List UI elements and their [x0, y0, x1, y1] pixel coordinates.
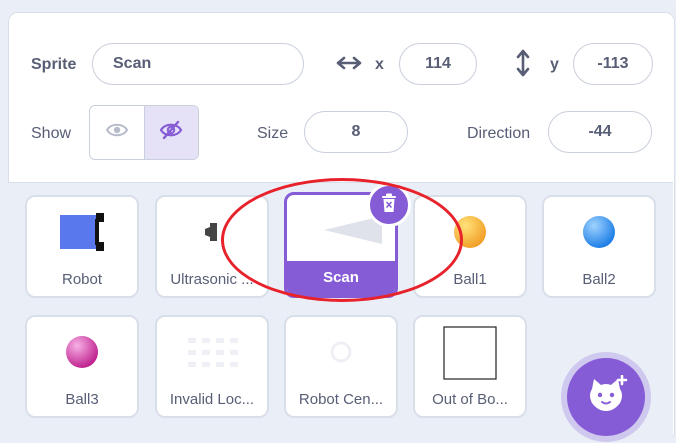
sprite-name: Ultrasonic ... — [170, 271, 254, 288]
sprite-tile-robot[interactable]: Robot — [25, 195, 139, 298]
hide-sprite-button[interactable] — [143, 106, 198, 159]
sprite-name: Ball3 — [65, 391, 99, 408]
x-label: x — [375, 56, 384, 73]
cat-plus-icon — [584, 374, 628, 420]
size-label: Size — [257, 125, 289, 142]
direction-input[interactable]: -44 — [548, 111, 652, 153]
x-position-input[interactable]: 114 — [399, 43, 477, 85]
sprite-name: Robot — [61, 271, 103, 288]
y-arrows-icon — [514, 48, 532, 83]
sprite-name: Out of Bo... — [432, 391, 508, 408]
add-sprite-button[interactable] — [567, 358, 645, 436]
orange-ball-icon — [415, 197, 525, 267]
size-input[interactable]: 8 — [304, 111, 408, 153]
eye-slash-icon — [159, 120, 183, 145]
direction-label: Direction — [467, 125, 531, 142]
trash-icon — [380, 193, 398, 218]
sprite-tile-ball3[interactable]: Ball3 — [25, 315, 139, 418]
sprite-info-panel: Sprite Scan x 114 y -113 Show Size 8 Dir… — [9, 13, 674, 183]
sprite-name: Ball2 — [582, 271, 616, 288]
robot-center-icon — [286, 317, 396, 387]
sensor-icon — [157, 197, 267, 267]
sprite-name-input[interactable]: Scan — [92, 43, 304, 85]
y-position-input[interactable]: -113 — [573, 43, 653, 85]
square-outline-icon — [415, 317, 525, 387]
sprite-tile-invalid-location[interactable]: Invalid Loc... — [155, 315, 269, 418]
show-label: Show — [31, 125, 72, 142]
robot-icon — [27, 197, 137, 267]
delete-sprite-button[interactable] — [367, 183, 411, 227]
sprite-name: Invalid Loc... — [169, 391, 255, 408]
sprite-name: Ball1 — [453, 271, 487, 288]
sprite-tile-out-of-bounds[interactable]: Out of Bo... — [413, 315, 527, 418]
sprite-name: Robot Cen... — [298, 391, 384, 408]
invalid-location-icon — [157, 317, 267, 387]
sprite-label: Sprite — [31, 56, 77, 73]
pink-ball-icon — [27, 317, 137, 387]
y-label: y — [550, 56, 559, 73]
show-sprite-button[interactable] — [90, 106, 144, 159]
blue-ball-icon — [544, 197, 654, 267]
x-arrows-icon — [336, 53, 362, 78]
sprite-tile-robot-center[interactable]: Robot Cen... — [284, 315, 398, 418]
eye-icon — [105, 122, 128, 143]
sprite-tile-ball2[interactable]: Ball2 — [542, 195, 656, 298]
sprite-name: Scan — [287, 261, 395, 295]
sprite-tile-ultrasonic[interactable]: Ultrasonic ... — [155, 195, 269, 298]
sprite-tile-ball1[interactable]: Ball1 — [413, 195, 527, 298]
visibility-toggle — [89, 105, 199, 160]
